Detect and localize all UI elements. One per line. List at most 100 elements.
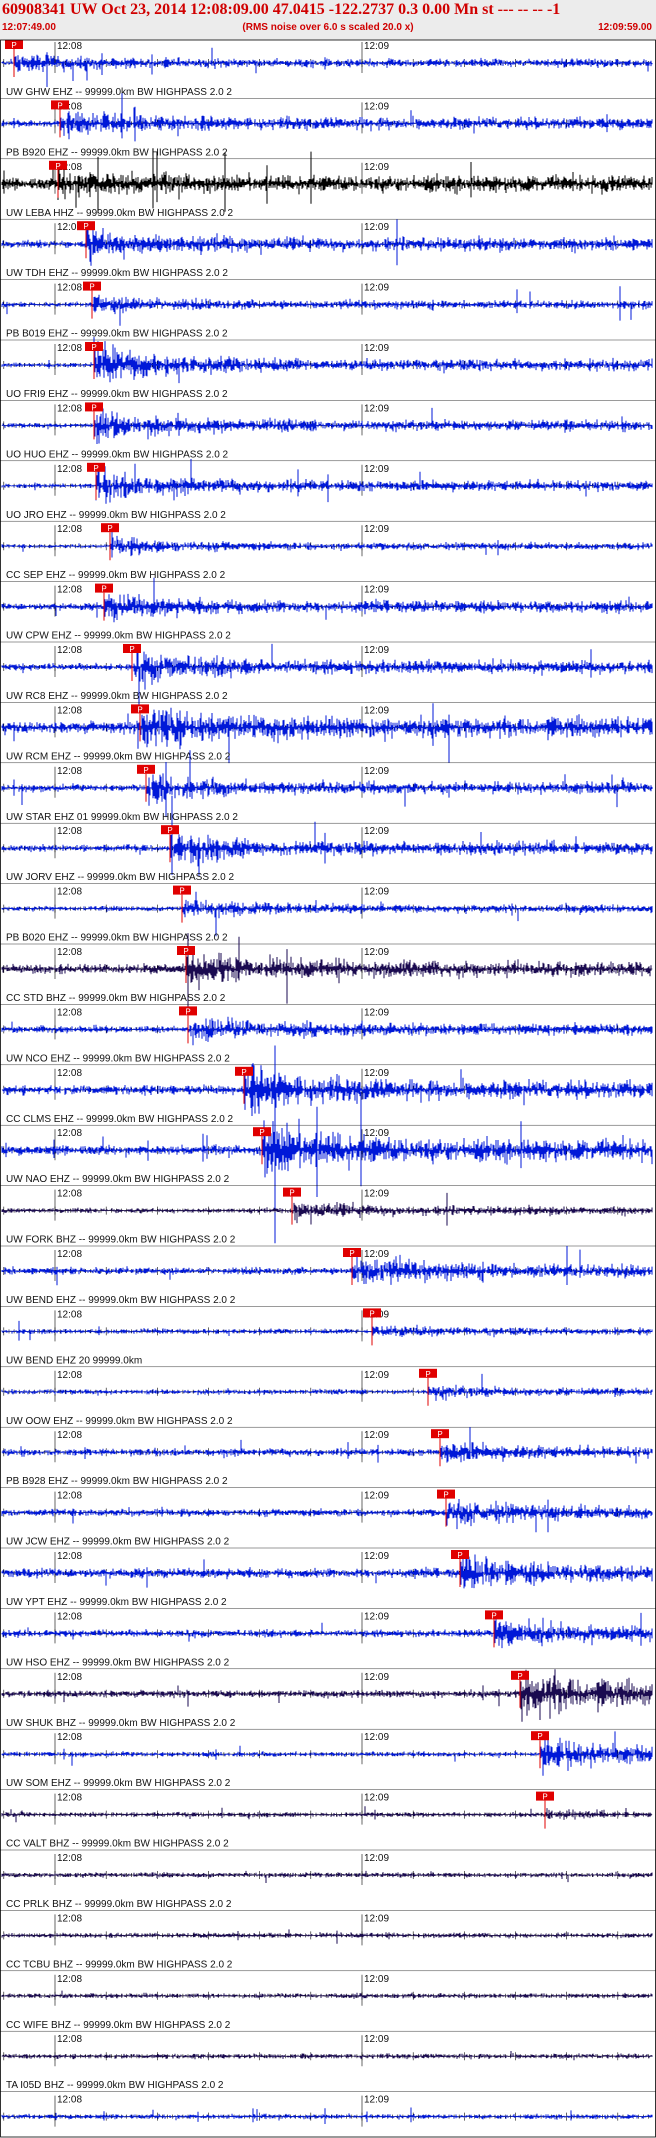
minute-label: 12:09	[364, 343, 389, 354]
waveform	[1, 1669, 653, 1722]
trace-26: 12:08 12:09 UW YPT EHZ -- 99999.0km BW HIG…	[0, 1550, 656, 1609]
svg-text:P: P	[91, 403, 96, 412]
svg-text:P: P	[437, 1430, 442, 1439]
minute-label: 12:08	[57, 41, 82, 52]
station-label: CC WIFE BHZ -- 99999.0km BW HIGHPASS 2.0…	[6, 2020, 231, 2031]
trace-30: 12:08 12:09 CC VALT BHZ -- 99999.0km BW HI…	[0, 1791, 656, 1851]
station-label: PB B928 EHZ -- 99999.0km BW HIGHPASS 2.0…	[6, 1476, 228, 1487]
minute-label: 12:08	[57, 464, 82, 475]
waveform	[1, 529, 653, 558]
station-label: CC SEP EHZ -- 99999.0km BW HIGHPASS 2.0 …	[6, 570, 226, 581]
waveform	[1, 93, 653, 142]
minute-label: 12:09	[364, 222, 389, 233]
station-label: CC PRLK BHZ -- 99999.0km BW HIGHPASS 2.0…	[6, 1899, 232, 1910]
trace-27: 12:08 12:09 UW HSO EHZ -- 99999.0km BW HIG…	[0, 1610, 656, 1670]
minute-label: 12:08	[57, 887, 82, 898]
waveform	[1, 219, 653, 266]
station-label: UW JORV EHZ -- 99999.0km BW HIGHPASS 2.0…	[6, 872, 234, 883]
waveform	[1, 1731, 653, 1776]
minute-label: 12:08	[57, 826, 82, 837]
minute-label: 12:09	[364, 1189, 389, 1200]
station-label: UW RCM EHZ -- 99999.0km BW HIGHPASS 2.0 …	[6, 751, 231, 762]
minute-label: 12:08	[57, 403, 82, 414]
svg-text:P: P	[129, 645, 134, 654]
minute-label: 12:09	[364, 887, 389, 898]
minute-label: 12:08	[57, 1309, 82, 1320]
trace-18: 12:08 12:09 CC CLMS EHZ -- 99999.0km BW HI…	[0, 1063, 656, 1126]
trace-29: 12:08 12:09 UW SOM EHZ -- 99999.0km BW HIG…	[0, 1731, 656, 1790]
station-label: UW STAR EHZ 01 99999.0km BW HIGHPASS 2.0…	[6, 812, 238, 823]
trace-16: 12:08 12:09 CC STD BHZ -- 99999.0km BW HIG…	[0, 933, 656, 1009]
station-label: UO HUO EHZ -- 99999.0km BW HIGHPASS 2.0 …	[6, 449, 229, 460]
minute-label: 12:08	[57, 645, 82, 656]
waveform	[1, 2107, 653, 2124]
minute-label: 12:09	[364, 585, 389, 596]
trace-20: 12:08 12:09 UW FORK BHZ -- 99999.0km BW HI…	[0, 1187, 656, 1247]
svg-text:P: P	[425, 1370, 430, 1379]
minute-label: 12:08	[57, 585, 82, 596]
p-pick-marker: P	[283, 1187, 301, 1225]
trace-31: 12:08 12:09 CC PRLK BHZ -- 99999.0km BW HI…	[0, 1853, 656, 1911]
minute-label: 12:08	[57, 1491, 82, 1502]
station-label: UW NAO EHZ -- 99999.0km BW HIGHPASS 2.0 …	[6, 1174, 230, 1185]
trace-9: 12:08 12:09 CC SEP EHZ -- 99999.0km BW HIG…	[0, 523, 656, 582]
station-label: CC CLMS EHZ -- 99999.0km BW HIGHPASS 2.0…	[6, 1114, 234, 1125]
trace-11: 12:08 12:09 UW RC8 EHZ -- 99999.0km BW HIG…	[0, 643, 656, 707]
svg-text:P: P	[349, 1249, 354, 1258]
minute-label: 12:09	[364, 101, 389, 112]
minute-label: 12:08	[57, 2034, 82, 2045]
minute-label: 12:09	[364, 1430, 389, 1441]
minute-label: 12:08	[57, 1007, 82, 1018]
p-pick-marker: P	[101, 523, 119, 561]
minute-label: 12:09	[364, 1611, 389, 1622]
minute-label: 12:08	[57, 1672, 82, 1683]
waveform	[1, 1320, 653, 1341]
trace-14: 12:08 12:09 UW JORV EHZ -- 99999.0km BW HI…	[0, 795, 656, 884]
trace-23: 12:08 12:09 UW OOW EHZ -- 99999.0km BW HIG…	[0, 1368, 656, 1428]
minute-label: 12:09	[364, 1853, 389, 1864]
svg-text:P: P	[101, 585, 106, 594]
waveform	[1, 1806, 653, 1823]
svg-text:P: P	[143, 766, 148, 775]
seismogram-plot: 12:08 12:09 UW GHW EHZ -- 99999.0km BW HIG…	[0, 39, 656, 2138]
trace-22: 12:0812:09UW BEND EHZ 20 99999.0kmP	[0, 1308, 656, 1368]
station-label: UW RC8 EHZ -- 99999.0km BW HIGHPASS 2.0 …	[6, 691, 228, 702]
trace-4: 12:08 12:09UW TDH EHZ -- 99999.0km BW HIG…	[0, 219, 656, 280]
trace-17: 12:08 12:09 UW NCO EHZ -- 99999.0km BW HIG…	[0, 1006, 656, 1066]
minute-label: 12:08	[57, 1793, 82, 1804]
minute-label: 12:09	[364, 1672, 389, 1683]
waveform	[1, 1499, 653, 1533]
waveform	[1, 1427, 653, 1464]
waveform	[1, 1990, 653, 1999]
station-label: UW FORK BHZ -- 99999.0km BW HIGHPASS 2.0…	[6, 1235, 236, 1246]
minute-label: 12:08	[57, 1732, 82, 1743]
waveform	[1, 1246, 653, 1286]
waveform	[1, 1192, 653, 1226]
minute-label: 12:09	[364, 2095, 389, 2106]
station-label: CC VALT BHZ -- 99999.0km BW HIGHPASS 2.0…	[6, 1839, 229, 1850]
minute-label: 12:08	[57, 2095, 82, 2106]
svg-text:P: P	[183, 947, 188, 956]
trace-21: 12:08 12:09 UW BEND EHZ -- 99999.0km BW HI…	[0, 1246, 656, 1307]
waveform	[1, 2051, 653, 2061]
trace-7: 12:08 12:09 UO HUO EHZ -- 99999.0km BW HIG…	[0, 402, 656, 461]
waveform	[1, 1016, 653, 1046]
minute-label: 12:09	[364, 1732, 389, 1743]
station-label: UW HSO EHZ -- 99999.0km BW HIGHPASS 2.0 …	[6, 1657, 230, 1668]
waveform	[1, 286, 653, 326]
station-label: UW GHW EHZ -- 99999.0km BW HIGHPASS 2.0 …	[6, 87, 232, 98]
trace-25: 12:08 12:09 UW JCW EHZ -- 99999.0km BW HIG…	[0, 1489, 656, 1549]
trace-10: 12:08 12:09 UW CPW EHZ -- 99999.0km BW HIG…	[0, 577, 656, 643]
waveform	[1, 1063, 653, 1116]
minute-label: 12:08	[57, 1189, 82, 1200]
minute-label: 12:08	[57, 1249, 82, 1260]
p-pick-marker: P	[77, 221, 95, 259]
trace-5: 12:08 12:09 PB B019 EHZ -- 99999.0km BW HI…	[0, 281, 656, 341]
svg-text:P: P	[542, 1793, 547, 1802]
minute-label: 12:09	[364, 162, 389, 173]
svg-text:P: P	[11, 41, 16, 50]
waveform	[1, 1045, 653, 1244]
station-label: UW YPT EHZ -- 99999.0km BW HIGHPASS 2.0 …	[6, 1597, 227, 1608]
minute-label: 12:09	[364, 826, 389, 837]
p-pick-marker: P	[536, 1791, 554, 1829]
